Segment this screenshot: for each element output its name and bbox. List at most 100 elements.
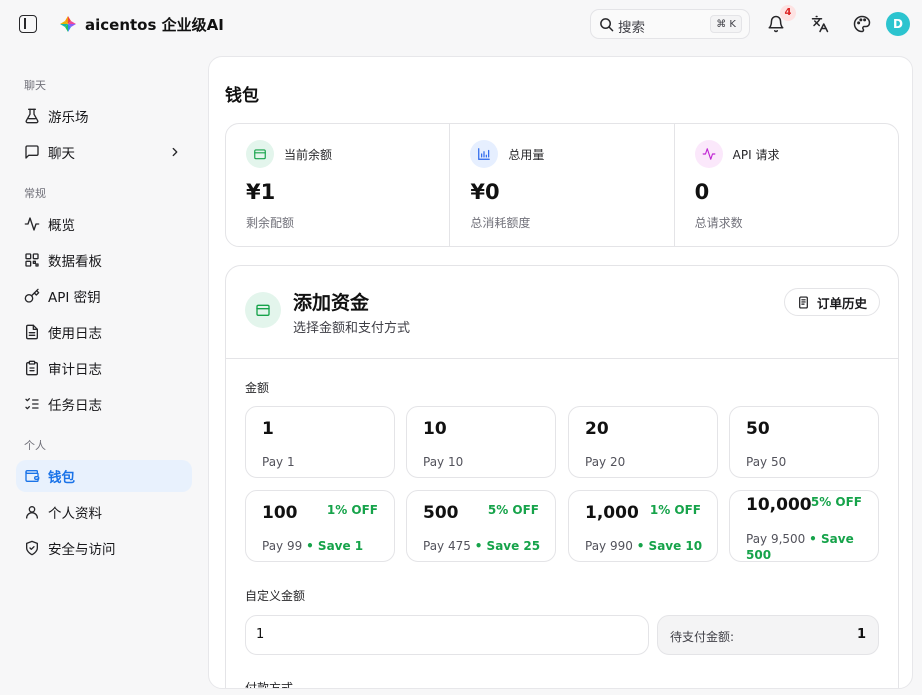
sidebar-item-label: 个人资料 bbox=[48, 506, 102, 522]
amount-option[interactable]: 50 Pay 50 bbox=[729, 406, 879, 478]
amount-label: 金额 bbox=[245, 381, 270, 395]
order-history-button[interactable]: 订单历史 bbox=[784, 288, 880, 316]
add-funds-title: 添加资金 bbox=[293, 292, 370, 314]
stat-balance: 当前余额 ¥1 剩余配额 bbox=[226, 124, 449, 246]
sidebar-item-label: 游乐场 bbox=[48, 110, 89, 126]
amount-option[interactable]: 10 Pay 10 bbox=[406, 406, 556, 478]
amount-value: 100 bbox=[262, 503, 298, 523]
search-box[interactable]: 搜索 ⌘ K bbox=[590, 9, 750, 39]
amount-pay: Pay 990 • Save 10 bbox=[585, 539, 703, 553]
amount-option[interactable]: 20 Pay 20 bbox=[568, 406, 718, 478]
stats-card: 当前余额 ¥1 剩余配额 总用量 ¥0 总消耗额度 API 请求 0 总请求数 bbox=[225, 123, 899, 247]
sidebar-item-dashboard[interactable]: 数据看板 bbox=[16, 244, 192, 276]
user-icon bbox=[24, 504, 40, 520]
amount-pay: Pay 50 bbox=[746, 455, 787, 469]
amount-due-box: 待支付金额: 1 bbox=[657, 615, 879, 655]
top-bar: aicentos 企业级AI 搜索 ⌘ K 4 D bbox=[0, 0, 922, 48]
sidebar-item-label: API 密钥 bbox=[48, 290, 101, 306]
amount-save: • Save 1 bbox=[306, 539, 364, 553]
search-placeholder: 搜索 bbox=[618, 20, 645, 36]
add-funds-subtitle: 选择金额和支付方式 bbox=[293, 321, 411, 336]
amount-value: 1 bbox=[262, 419, 274, 439]
amount-due-value: 1 bbox=[856, 627, 866, 642]
search-icon bbox=[600, 18, 614, 32]
order-history-label: 订单历史 bbox=[816, 295, 867, 311]
sidebar-item-profile[interactable]: 个人资料 bbox=[16, 496, 192, 528]
flask-icon bbox=[24, 108, 40, 124]
activity-icon bbox=[24, 216, 40, 232]
sidebar-item-chat[interactable]: 聊天 bbox=[16, 136, 192, 168]
sidebar-item-task-logs[interactable]: 任务日志 bbox=[16, 388, 192, 420]
custom-amount-label: 自定义金额 bbox=[245, 589, 306, 603]
amount-option[interactable]: 10,000 5% OFF Pay 9,500 • Save 500 bbox=[729, 490, 879, 562]
clipboard-icon bbox=[24, 360, 40, 376]
stat-label: 当前余额 bbox=[284, 148, 333, 162]
sidebar-item-label: 聊天 bbox=[48, 146, 75, 162]
sidebar-item-security[interactable]: 安全与访问 bbox=[16, 532, 192, 564]
sidebar-item-wallet[interactable]: 钱包 bbox=[16, 460, 192, 492]
sidebar: 聊天 游乐场 聊天 常规 概览 数据看板 API 密钥 使用日志 审计日志 任务… bbox=[0, 48, 208, 695]
message-square-icon bbox=[24, 144, 40, 160]
avatar[interactable]: D bbox=[886, 12, 910, 36]
theme-button[interactable] bbox=[850, 12, 874, 36]
amount-option[interactable]: 1,000 1% OFF Pay 990 • Save 10 bbox=[568, 490, 718, 562]
amount-pay: Pay 10 bbox=[423, 455, 464, 469]
brand-name: aicentos 企业级AI bbox=[85, 16, 224, 34]
sidebar-item-label: 安全与访问 bbox=[48, 542, 116, 558]
sidebar-item-label: 数据看板 bbox=[48, 254, 102, 270]
amount-value: 1,000 bbox=[585, 503, 639, 523]
sidebar-section-general: 常规 bbox=[24, 187, 46, 200]
palette-icon bbox=[853, 15, 871, 33]
list-checks-icon bbox=[24, 396, 40, 412]
stat-value: ¥1 bbox=[246, 180, 276, 204]
stat-subtext: 总请求数 bbox=[694, 216, 743, 230]
stat-value: 0 bbox=[694, 180, 710, 204]
discount-badge: 5% OFF bbox=[487, 503, 539, 517]
amount-value: 20 bbox=[585, 419, 609, 439]
page-title: 钱包 bbox=[225, 86, 259, 106]
amount-pay: Pay 99 • Save 1 bbox=[262, 539, 364, 553]
activity-icon bbox=[694, 140, 723, 168]
amount-value: 500 bbox=[423, 503, 459, 523]
wallet-icon bbox=[24, 468, 40, 484]
custom-amount-input[interactable]: 1 bbox=[245, 615, 649, 655]
wallet-icon bbox=[246, 140, 274, 168]
amount-pay: Pay 1 bbox=[262, 455, 295, 469]
search-shortcut: ⌘ K bbox=[710, 15, 742, 33]
amount-save: • Save 10 bbox=[636, 539, 703, 553]
sidebar-item-label: 使用日志 bbox=[48, 326, 102, 342]
add-funds-card: 添加资金 选择金额和支付方式 订单历史 金额 1 Pay 1 10 Pay 10… bbox=[225, 265, 899, 688]
amount-option[interactable]: 500 5% OFF Pay 475 • Save 25 bbox=[406, 490, 556, 562]
sidebar-item-audit-logs[interactable]: 审计日志 bbox=[16, 352, 192, 384]
stat-api-requests: API 请求 0 总请求数 bbox=[673, 124, 898, 246]
sidebar-item-usage-logs[interactable]: 使用日志 bbox=[16, 316, 192, 348]
dashboard-icon bbox=[24, 252, 40, 268]
sidebar-item-label: 概览 bbox=[48, 218, 75, 234]
file-text-icon bbox=[24, 324, 40, 340]
amount-option[interactable]: 100 1% OFF Pay 99 • Save 1 bbox=[245, 490, 395, 562]
shield-icon bbox=[24, 540, 40, 556]
sidebar-item-overview[interactable]: 概览 bbox=[16, 208, 192, 240]
sidebar-item-label: 任务日志 bbox=[48, 398, 102, 414]
stat-label: 总用量 bbox=[508, 148, 545, 162]
amount-pay: Pay 9,500 • Save 500 bbox=[746, 532, 854, 562]
amount-option[interactable]: 1 Pay 1 bbox=[245, 406, 395, 478]
discount-badge: 1% OFF bbox=[649, 503, 701, 517]
amount-value: 10 bbox=[423, 419, 447, 439]
amount-save: • Save 25 bbox=[474, 539, 541, 553]
stat-subtext: 总消耗额度 bbox=[470, 216, 531, 230]
chevron-right-icon bbox=[172, 147, 178, 157]
amount-due-label: 待支付金额: bbox=[670, 630, 735, 644]
language-button[interactable] bbox=[808, 12, 832, 36]
sidebar-item-api-keys[interactable]: API 密钥 bbox=[16, 280, 192, 312]
translate-icon bbox=[811, 15, 829, 33]
sidebar-item-label: 审计日志 bbox=[48, 362, 102, 378]
stat-subtext: 剩余配额 bbox=[246, 216, 295, 230]
sidebar-toggle-icon[interactable] bbox=[19, 15, 37, 33]
stat-label: API 请求 bbox=[732, 148, 780, 162]
key-icon bbox=[24, 288, 40, 304]
sidebar-item-playground[interactable]: 游乐场 bbox=[16, 100, 192, 132]
amount-pay: Pay 475 • Save 25 bbox=[423, 539, 541, 553]
bar-chart-icon bbox=[470, 140, 499, 168]
sidebar-section-personal: 个人 bbox=[24, 439, 46, 452]
